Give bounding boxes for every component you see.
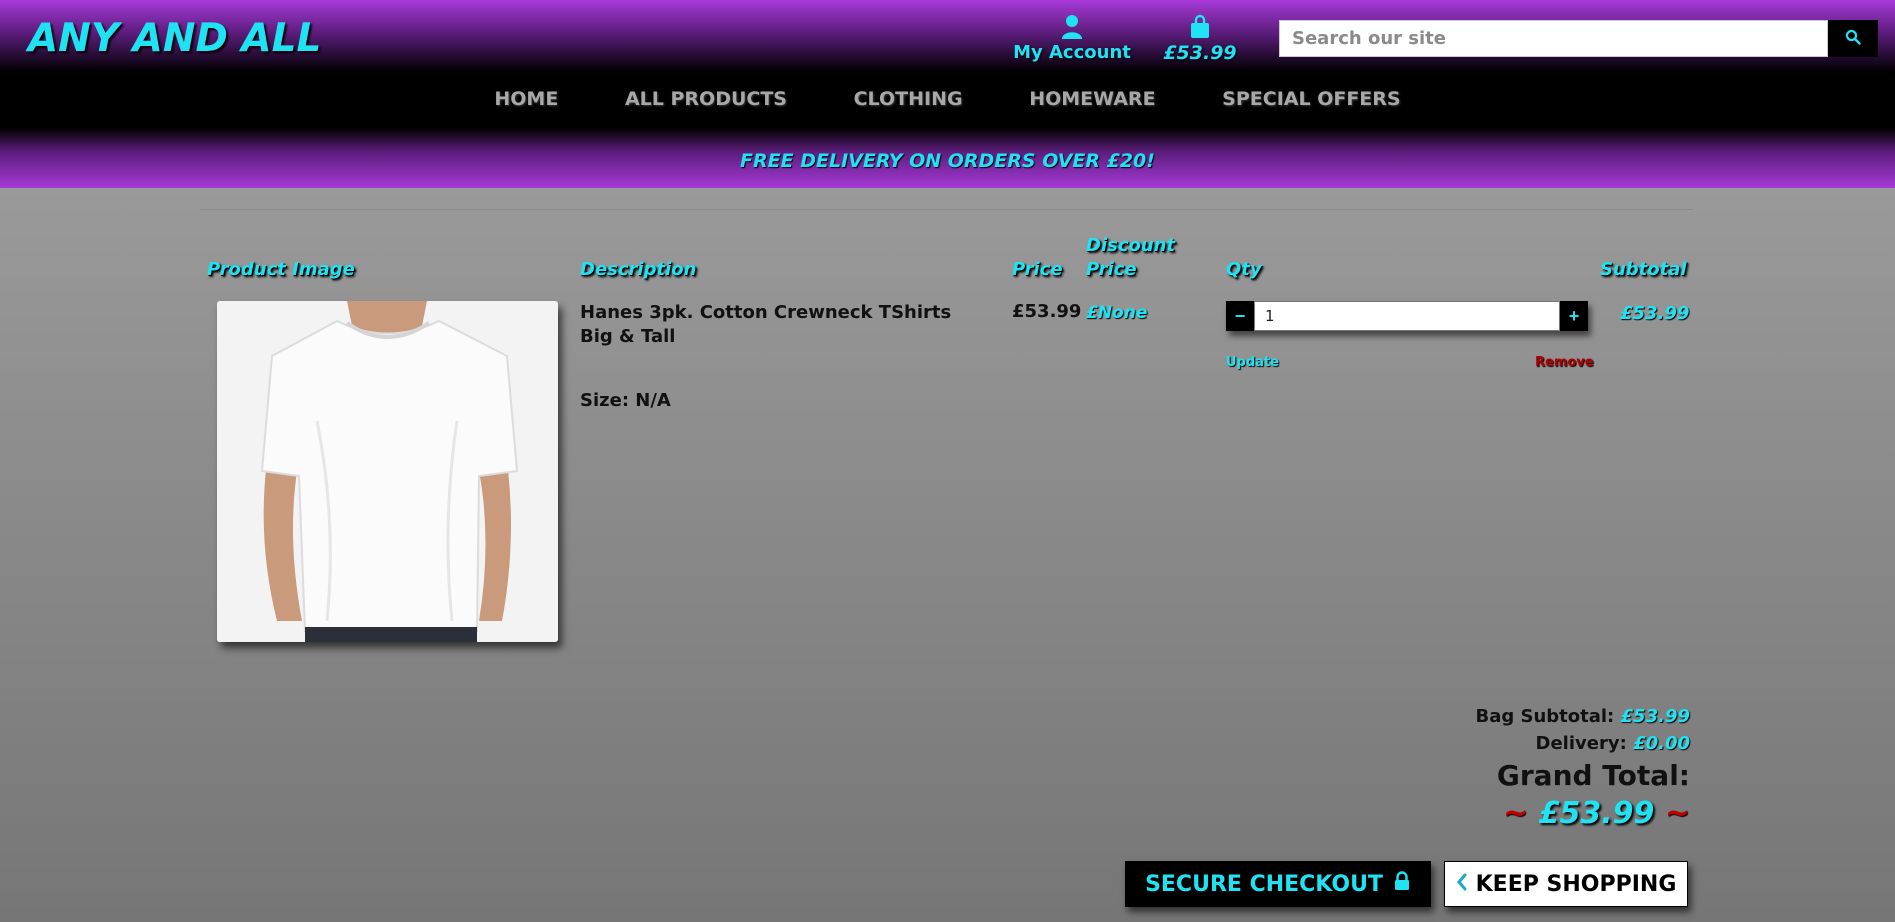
- product-description: Hanes 3pk. Cotton Crewneck TShirts Big &…: [580, 302, 952, 347]
- nav-all-products[interactable]: ALL PRODUCTS: [625, 88, 787, 110]
- promo-banner: FREE DELIVERY ON ORDERS OVER £20!: [0, 128, 1895, 188]
- header-description: Description: [580, 259, 697, 280]
- top-header: ANY AND ALL My Account £53.99: [0, 0, 1895, 72]
- bag-total: £53.99: [1163, 42, 1237, 64]
- my-account-link[interactable]: My Account: [1012, 14, 1132, 63]
- header-discount-price: Discount Price: [1086, 234, 1175, 282]
- promo-text: FREE DELIVERY ON ORDERS OVER £20!: [740, 150, 1155, 172]
- nav-clothing[interactable]: CLOTHING: [854, 88, 963, 110]
- divider: [200, 209, 1693, 210]
- keep-shopping-label: KEEP SHOPPING: [1475, 871, 1677, 897]
- lock-icon: [1393, 871, 1411, 897]
- order-totals: Bag Subtotal: £53.99 Delivery: £0.00 Gra…: [1475, 703, 1690, 833]
- search-button[interactable]: [1828, 20, 1878, 57]
- chevron-left-icon: [1456, 872, 1468, 897]
- product-discount-price: £None: [1086, 303, 1148, 323]
- remove-link[interactable]: Remove: [1535, 355, 1594, 370]
- header-product-image: Product Image: [207, 259, 355, 280]
- tilde-left: ~: [1503, 796, 1529, 831]
- shopping-bag-icon: [1160, 14, 1240, 40]
- update-link[interactable]: Update: [1226, 355, 1279, 370]
- header-price: Price: [1012, 259, 1063, 280]
- quantity-stepper: − +: [1226, 301, 1588, 331]
- bag-subtotal-label: Bag Subtotal:: [1475, 706, 1615, 727]
- grand-total-amount: £53.99: [1538, 796, 1655, 831]
- decrement-button[interactable]: −: [1226, 301, 1254, 331]
- nav-homeware[interactable]: HOMEWARE: [1029, 88, 1155, 110]
- keep-shopping-button[interactable]: KEEP SHOPPING: [1444, 861, 1688, 907]
- quantity-input[interactable]: [1254, 301, 1560, 331]
- increment-button[interactable]: +: [1560, 301, 1588, 331]
- nav-special-offers[interactable]: SPECIAL OFFERS: [1222, 88, 1400, 110]
- nav-home[interactable]: HOME: [494, 88, 558, 110]
- shopping-bag-link[interactable]: £53.99: [1160, 14, 1240, 64]
- search-input[interactable]: [1279, 20, 1828, 57]
- row-subtotal: £53.99: [1620, 303, 1690, 324]
- grand-total-label: Grand Total:: [1496, 759, 1690, 792]
- delivery-label: Delivery:: [1535, 733, 1627, 754]
- product-image: [217, 301, 558, 642]
- brand-logo[interactable]: ANY AND ALL: [28, 16, 321, 61]
- delivery-value: £0.00: [1633, 733, 1690, 754]
- header-qty: Qty: [1226, 259, 1262, 280]
- header-discount-line2: Price: [1086, 259, 1137, 280]
- secure-checkout-button[interactable]: SECURE CHECKOUT: [1125, 861, 1431, 907]
- header-discount-line1: Discount: [1086, 235, 1176, 256]
- delivery-line: Delivery: £0.00: [1475, 730, 1690, 757]
- bag-subtotal-value: £53.99: [1620, 706, 1690, 727]
- header-subtotal: Subtotal: [1600, 259, 1687, 280]
- product-size: Size: N/A: [580, 390, 671, 411]
- my-account-label: My Account: [1013, 42, 1131, 63]
- grand-total-value: ~ £53.99 ~: [1475, 795, 1690, 833]
- main-nav: HOME ALL PRODUCTS CLOTHING HOMEWARE SPEC…: [0, 72, 1895, 128]
- tilde-right: ~: [1664, 796, 1690, 831]
- search-icon: [1845, 29, 1861, 48]
- checkout-label: SECURE CHECKOUT: [1145, 871, 1383, 897]
- product-price: £53.99: [1012, 301, 1082, 322]
- bag-subtotal-line: Bag Subtotal: £53.99: [1475, 703, 1690, 730]
- search-form: [1279, 20, 1878, 57]
- user-icon: [1012, 14, 1132, 40]
